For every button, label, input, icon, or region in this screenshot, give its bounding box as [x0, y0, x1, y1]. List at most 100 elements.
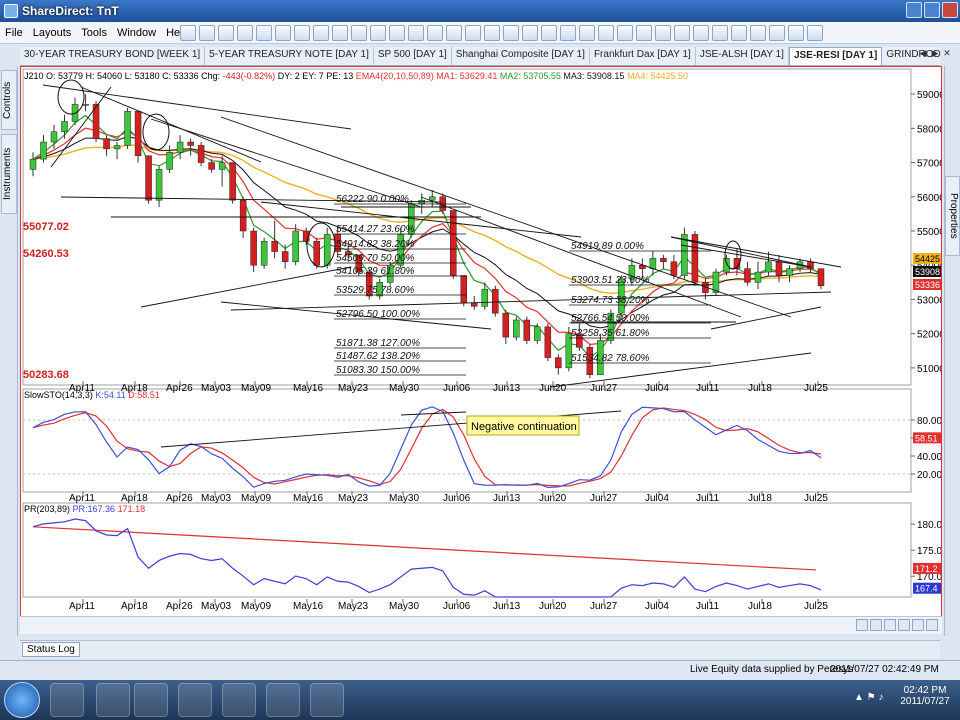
tab-navigation: ◀ ▶ ✕ — [918, 48, 952, 62]
chart-nav-button[interactable] — [884, 619, 896, 631]
chart-tab[interactable]: 30-YEAR TREASURY BOND [WEEK 1] — [20, 47, 206, 65]
toolbar-button[interactable] — [731, 25, 747, 41]
menu-layouts[interactable]: Layouts — [28, 27, 77, 39]
chart-tab[interactable]: SP 500 [DAY 1] — [374, 47, 452, 65]
header-segment: PR:167.36 — [73, 504, 116, 514]
toolbar-button[interactable] — [256, 25, 272, 41]
chart-nav-button[interactable] — [912, 619, 924, 631]
toolbar-button[interactable] — [617, 25, 633, 41]
toolbar-button[interactable] — [313, 25, 329, 41]
candle-up — [429, 196, 436, 201]
toolbar-button[interactable] — [332, 25, 348, 41]
toolbar-button[interactable] — [351, 25, 367, 41]
menu-window[interactable]: Window — [112, 27, 161, 39]
dock-tab-controls[interactable]: Controls — [1, 70, 17, 130]
toolbar-button[interactable] — [560, 25, 576, 41]
chart-nav-button[interactable] — [898, 619, 910, 631]
toolbar-button[interactable] — [218, 25, 234, 41]
chart-tab[interactable]: Shanghai Composite [DAY 1] — [452, 47, 590, 65]
status-log-tab[interactable]: Status Log — [22, 642, 80, 657]
menu-file[interactable]: File — [0, 27, 28, 39]
tab-scroll-right-icon[interactable]: ▶ — [930, 48, 940, 62]
toolbar-button[interactable] — [807, 25, 823, 41]
chart-nav-button[interactable] — [926, 619, 938, 631]
candle-down — [103, 138, 110, 150]
y-axis-label: 80.00 — [917, 416, 941, 427]
start-button[interactable] — [4, 682, 40, 718]
toolbar-button[interactable] — [294, 25, 310, 41]
media-player-icon[interactable] — [134, 683, 168, 717]
toolbar-button[interactable] — [389, 25, 405, 41]
header-segment: MA1: 53629.41 — [434, 71, 500, 81]
chart-nav-button[interactable] — [870, 619, 882, 631]
toolbar — [180, 25, 823, 41]
tab-scroll-left-icon[interactable]: ◀ — [918, 48, 928, 62]
toolbar-button[interactable] — [655, 25, 671, 41]
menu-tools[interactable]: Tools — [76, 27, 112, 39]
header-segment: PR(203,89) — [24, 504, 73, 514]
chart-tab[interactable]: JSE-RESI [DAY 1] — [788, 47, 883, 65]
dock-tab-properties[interactable]: Properties — [945, 176, 960, 256]
close-icon[interactable] — [942, 2, 958, 18]
x-axis-label: May23 — [338, 383, 368, 394]
maximize-icon[interactable] — [924, 2, 940, 18]
toolbar-button[interactable] — [503, 25, 519, 41]
x-axis-label: Jun06 — [443, 383, 471, 394]
toolbar-button[interactable] — [541, 25, 557, 41]
toolbar-button[interactable] — [237, 25, 253, 41]
toolbar-button[interactable] — [579, 25, 595, 41]
chart-tab[interactable]: 5-YEAR TREASURY NOTE [DAY 1] — [205, 47, 374, 65]
toolbar-button[interactable] — [180, 25, 196, 41]
chart-tab[interactable]: JSE-ALSH [DAY 1] — [696, 47, 789, 65]
explorer-icon[interactable] — [96, 683, 130, 717]
toolbar-button[interactable] — [598, 25, 614, 41]
toolbar-button[interactable] — [370, 25, 386, 41]
toolbar-button[interactable] — [199, 25, 215, 41]
stoch-tag-label: 58.51 — [915, 433, 938, 443]
app-icon — [4, 4, 18, 18]
x-axis-label: May16 — [293, 383, 323, 394]
sharedirect-icon[interactable] — [310, 683, 344, 717]
toolbar-button[interactable] — [484, 25, 500, 41]
x-axis-label: Jul11 — [696, 601, 720, 612]
chart-area[interactable]: 5900058000570005600055000540005300052000… — [20, 66, 942, 624]
toolbar-button[interactable] — [750, 25, 766, 41]
chart-tab[interactable]: Frankfurt Dax [DAY 1] — [590, 47, 696, 65]
toolbar-button[interactable] — [636, 25, 652, 41]
toolbar-button[interactable] — [408, 25, 424, 41]
y-axis-label: 20.00 — [917, 470, 941, 481]
candle-up — [29, 158, 37, 170]
chart-scrollbar[interactable] — [20, 616, 942, 634]
x-axis-label: Apr26 — [166, 493, 193, 504]
pdf-icon[interactable] — [222, 683, 256, 717]
toolbar-button[interactable] — [674, 25, 690, 41]
skype-icon[interactable] — [266, 683, 300, 717]
toolbar-button[interactable] — [427, 25, 443, 41]
toolbar-button[interactable] — [693, 25, 709, 41]
toolbar-button[interactable] — [465, 25, 481, 41]
minimize-icon[interactable] — [906, 2, 922, 18]
fib-level-label: 51534.82 78.60% — [571, 353, 650, 364]
dock-tab-instruments[interactable]: Instruments — [1, 134, 17, 214]
x-axis-label: May03 — [201, 601, 231, 612]
candle-up — [166, 152, 173, 170]
toolbar-button[interactable] — [769, 25, 785, 41]
chart-nav-button[interactable] — [856, 619, 868, 631]
tab-close-icon[interactable]: ✕ — [942, 48, 952, 62]
candle-up — [124, 110, 131, 146]
x-axis-label: Jun06 — [443, 601, 471, 612]
fib-level-label: 52258.35 61.80% — [571, 328, 650, 339]
toolbar-button[interactable] — [712, 25, 728, 41]
status-bar: Live Equity data supplied by Peresys 201… — [0, 660, 960, 680]
ie-icon[interactable] — [50, 683, 84, 717]
toolbar-button[interactable] — [788, 25, 804, 41]
chart-canvas[interactable]: 5900058000570005600055000540005300052000… — [21, 67, 941, 617]
app-icon-4[interactable] — [178, 683, 212, 717]
x-axis-label: Jul04 — [645, 383, 669, 394]
toolbar-button[interactable] — [522, 25, 538, 41]
toolbar-button[interactable] — [446, 25, 462, 41]
fib-level-label: 54919.89 0.00% — [571, 241, 644, 252]
toolbar-button[interactable] — [275, 25, 291, 41]
candle-up — [481, 288, 489, 307]
candle-up — [513, 319, 520, 338]
